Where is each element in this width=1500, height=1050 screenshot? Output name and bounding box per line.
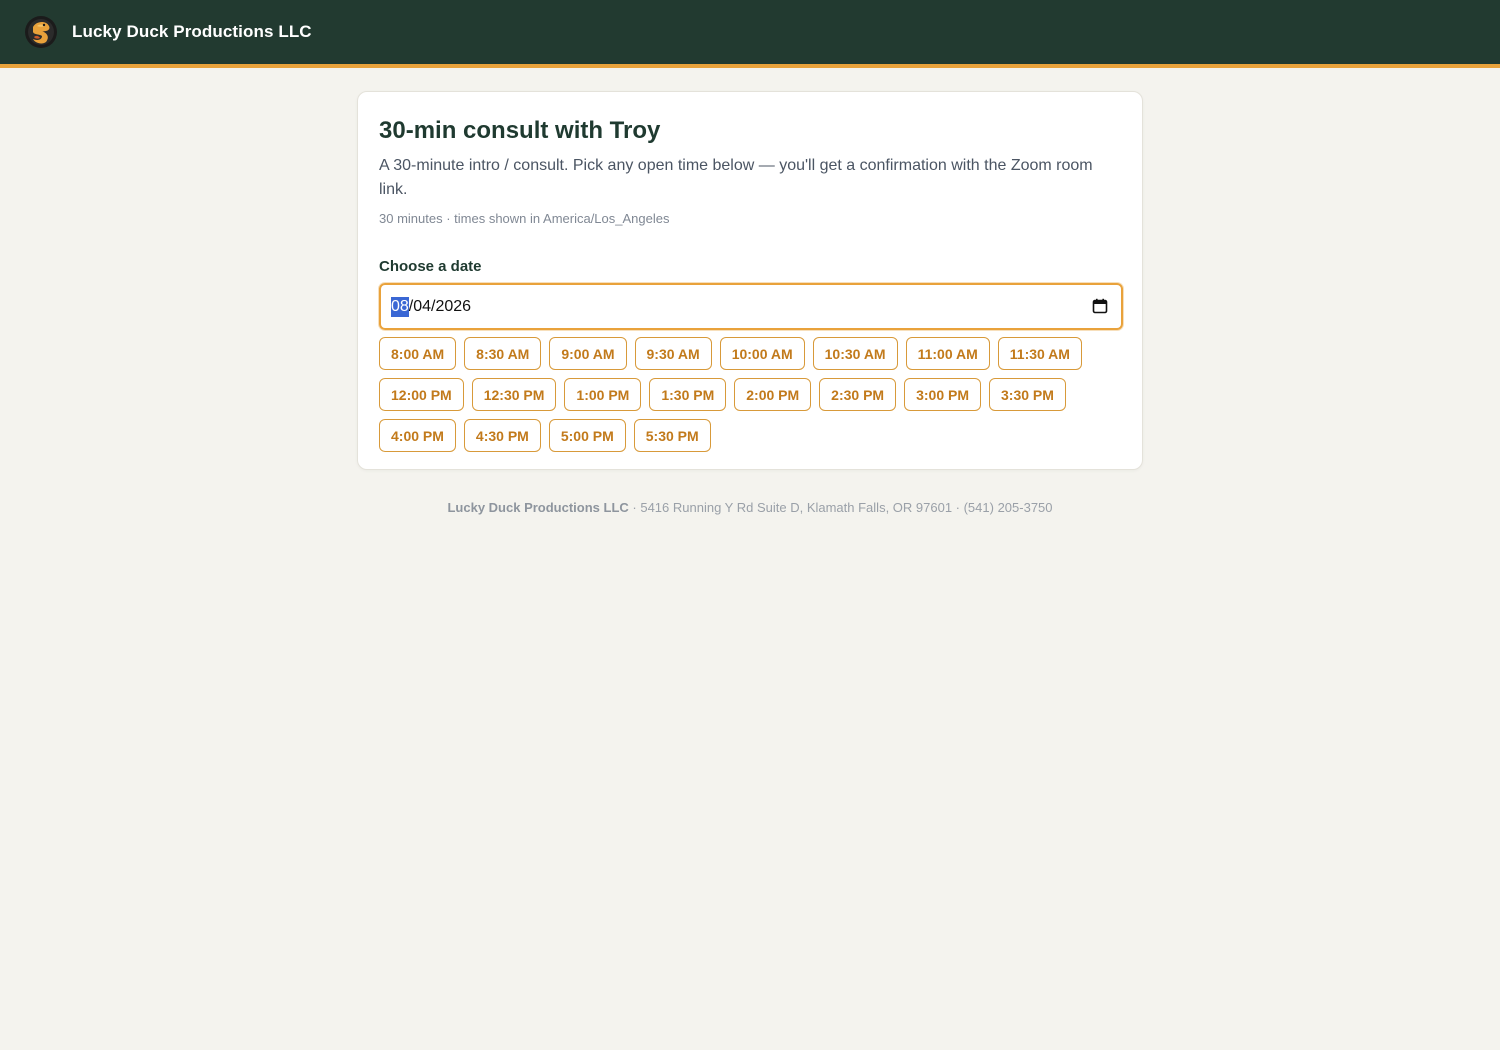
time-slot-button[interactable]: 10:00 AM bbox=[719, 337, 805, 370]
time-slot-button[interactable]: 2:30 PM bbox=[819, 378, 897, 411]
time-slot-button[interactable]: 1:30 PM bbox=[649, 378, 727, 411]
time-slot-button[interactable]: 3:30 PM bbox=[989, 378, 1066, 411]
time-slot-button[interactable]: 12:00 PM bbox=[379, 378, 464, 411]
event-description: A 30-minute intro / consult. Pick any op… bbox=[379, 157, 1093, 198]
date-month-segment[interactable]: 08 bbox=[391, 296, 409, 317]
time-slot-button[interactable]: 4:00 PM bbox=[379, 419, 456, 452]
event-meta: 30 minutes · times shown in America/Los_… bbox=[379, 211, 670, 226]
time-slot-button[interactable]: 3:00 PM bbox=[904, 378, 982, 411]
time-slot-button[interactable]: 11:30 AM bbox=[997, 337, 1082, 370]
time-slot-button[interactable]: 8:30 AM bbox=[464, 337, 542, 370]
footer: Lucky Duck Productions LLC · 5416 Runnin… bbox=[0, 500, 1500, 516]
time-slot-button[interactable]: 8:00 AM bbox=[379, 337, 457, 370]
time-slot-list: 8:00 AM 8:30 AM 9:00 AM 9:30 AM 10:00 AM… bbox=[379, 337, 1123, 460]
footer-details: · 5416 Running Y Rd Suite D, Klamath Fal… bbox=[628, 500, 1053, 515]
date-label: Choose a date bbox=[379, 258, 482, 275]
time-slot-button[interactable]: 11:00 AM bbox=[905, 337, 990, 370]
date-rest-segment[interactable]: /04/2026 bbox=[409, 298, 471, 316]
event-title: 30-min consult with Troy bbox=[379, 117, 661, 144]
time-slot-button[interactable]: 9:30 AM bbox=[634, 337, 712, 370]
time-slot-button[interactable]: 10:30 AM bbox=[812, 337, 898, 370]
time-slot-button[interactable]: 2:00 PM bbox=[734, 378, 812, 411]
date-input[interactable]: 08/04/2026 bbox=[379, 283, 1123, 330]
top-bar: Lucky Duck Productions LLC bbox=[0, 0, 1500, 68]
calendar-icon[interactable] bbox=[1092, 298, 1108, 314]
time-slot-button[interactable]: 9:00 AM bbox=[549, 337, 627, 370]
duck-logo-icon[interactable] bbox=[24, 15, 58, 49]
time-slot-button[interactable]: 4:30 PM bbox=[463, 419, 541, 452]
time-slot-button[interactable]: 12:30 PM bbox=[471, 378, 557, 411]
time-slot-button[interactable]: 1:00 PM bbox=[564, 378, 642, 411]
footer-company: Lucky Duck Productions LLC bbox=[447, 500, 629, 515]
time-slot-button[interactable]: 5:00 PM bbox=[548, 419, 626, 452]
time-slot-button[interactable]: 5:30 PM bbox=[633, 419, 711, 452]
booking-card: 30-min consult with Troy A 30-minute int… bbox=[357, 91, 1143, 470]
brand-name[interactable]: Lucky Duck Productions LLC bbox=[72, 22, 312, 42]
